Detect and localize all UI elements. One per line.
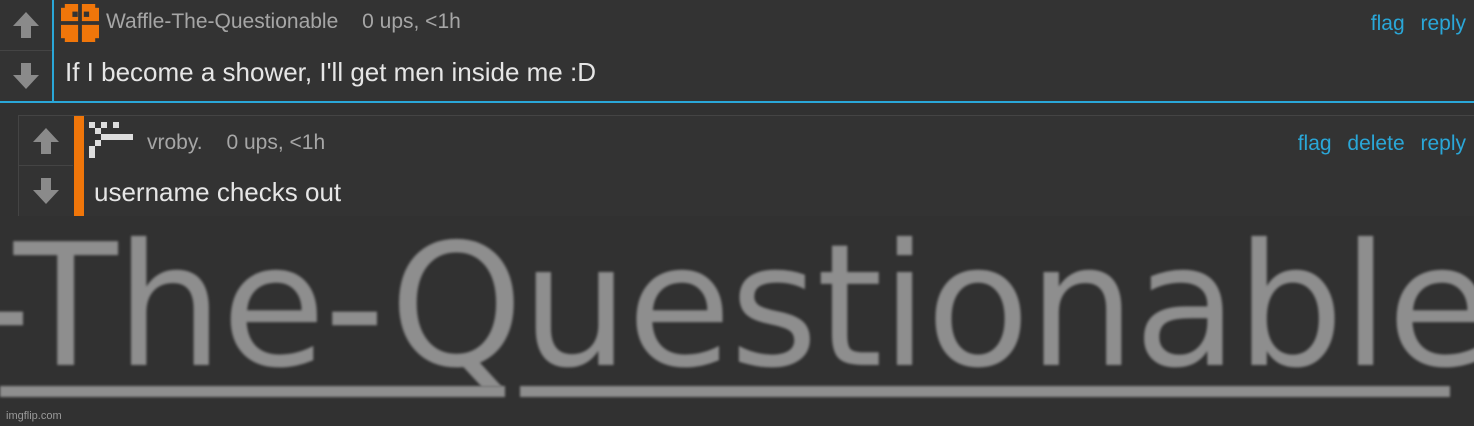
flag-link[interactable]: flag [1298, 132, 1332, 155]
page: Waffle-The-Questionable 0 ups, <1h flag … [0, 0, 1474, 426]
vote-column [0, 0, 54, 101]
watermark: imgflip.com [6, 410, 62, 422]
zoomed-underline [0, 386, 505, 397]
zoomed-username: -The-Questionable imgflip.com [0, 216, 1474, 426]
arrow-up-icon [13, 11, 39, 38]
downvote-button[interactable] [0, 51, 52, 102]
zoomed-username-text: -The-Questionable [0, 216, 1474, 406]
white-pixel-avatar-icon[interactable] [89, 122, 133, 162]
reply-indicator-bar [74, 116, 84, 216]
comment-actions: flag reply [1361, 12, 1466, 36]
comment-text: If I become a shower, I'll get men insid… [65, 57, 596, 87]
arrow-down-icon [33, 178, 59, 204]
comment-stats: 0 ups, <1h [362, 10, 461, 33]
comment-stats: 0 ups, <1h [226, 131, 326, 154]
comment-meta: Waffle-The-Questionable 0 ups, <1h [106, 10, 461, 34]
arrow-up-icon [33, 127, 59, 154]
comment-text: username checks out [94, 177, 342, 207]
arrow-down-icon [13, 62, 39, 89]
upvote-button[interactable] [0, 0, 52, 51]
comment-2: vroby. 0 ups, <1h flag delete reply user… [18, 115, 1474, 216]
flag-link[interactable]: flag [1371, 12, 1405, 35]
orange-pixel-avatar-icon[interactable] [60, 4, 100, 42]
downvote-button[interactable] [19, 166, 73, 216]
username-link[interactable]: Waffle-The-Questionable [106, 10, 338, 33]
comment-meta: vroby. 0 ups, <1h [147, 131, 325, 155]
comment-1: Waffle-The-Questionable 0 ups, <1h flag … [0, 0, 1474, 103]
username-link[interactable]: vroby. [147, 131, 203, 154]
reply-link[interactable]: reply [1420, 12, 1466, 35]
delete-link[interactable]: delete [1347, 132, 1404, 155]
comment-actions: flag delete reply [1288, 132, 1466, 156]
reply-link[interactable]: reply [1420, 132, 1466, 155]
zoomed-underline [520, 386, 1450, 397]
upvote-button[interactable] [19, 116, 73, 166]
vote-column [19, 116, 73, 216]
